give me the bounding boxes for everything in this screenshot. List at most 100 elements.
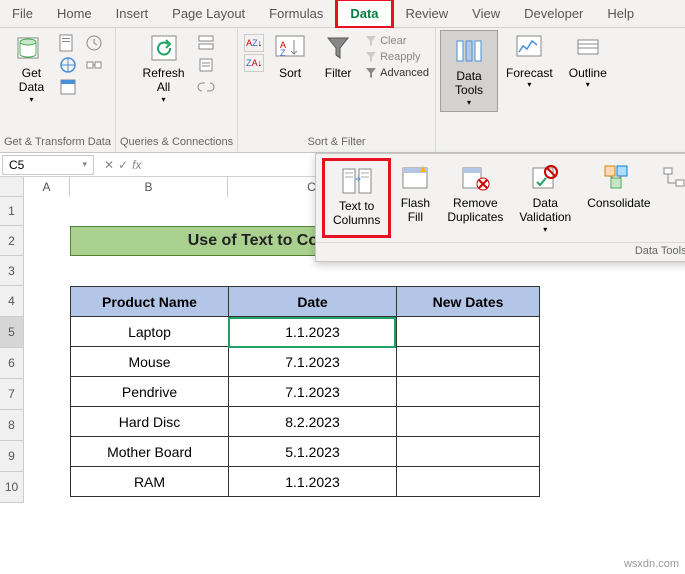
row-header-9[interactable]: 9 bbox=[0, 441, 23, 472]
queries-connections-icon[interactable] bbox=[197, 34, 215, 52]
get-data-quick-icons bbox=[55, 30, 81, 100]
data-tools-label: Data Tools bbox=[455, 69, 483, 98]
filter-button[interactable]: Filter bbox=[314, 30, 362, 82]
data-validation-button[interactable]: Data Validation ▾ bbox=[511, 158, 579, 238]
table-row: Pendrive7.1.2023 bbox=[71, 377, 540, 407]
tab-formulas[interactable]: Formulas bbox=[257, 1, 335, 26]
filter-label: Filter bbox=[325, 66, 352, 80]
row-header-6[interactable]: 6 bbox=[0, 348, 23, 379]
row-header-10[interactable]: 10 bbox=[0, 472, 23, 503]
flash-fill-button[interactable]: Flash Fill bbox=[391, 158, 439, 238]
name-box-value: C5 bbox=[9, 158, 24, 172]
tab-data[interactable]: Data bbox=[335, 0, 393, 29]
tab-developer[interactable]: Developer bbox=[512, 1, 595, 26]
forecast-button[interactable]: Forecast ▾ bbox=[498, 30, 561, 92]
table-row: Hard Disc8.2.2023 bbox=[71, 407, 540, 437]
outline-icon bbox=[572, 32, 604, 64]
header-date[interactable]: Date bbox=[229, 287, 397, 317]
group-label-queries: Queries & Connections bbox=[120, 134, 233, 150]
tab-insert[interactable]: Insert bbox=[104, 1, 161, 26]
table-row: Laptop1.1.2023 bbox=[71, 317, 540, 347]
tab-page-layout[interactable]: Page Layout bbox=[160, 1, 257, 26]
row-header-1[interactable]: 1 bbox=[0, 197, 23, 226]
data-table: Product Name Date New Dates Laptop1.1.20… bbox=[70, 286, 540, 497]
edit-links-icon[interactable] bbox=[197, 78, 215, 96]
col-header-a[interactable]: A bbox=[24, 177, 70, 197]
text-to-columns-button[interactable]: Text to Columns bbox=[322, 158, 391, 238]
data-validation-label: Data Validation bbox=[519, 196, 571, 225]
sort-button[interactable]: AZ Sort bbox=[266, 30, 314, 82]
remove-duplicates-label: Remove Duplicates bbox=[447, 196, 503, 225]
filter-icon bbox=[322, 32, 354, 64]
row-header-5[interactable]: 5 bbox=[0, 317, 23, 348]
get-data-button[interactable]: Get Data ▾ bbox=[7, 30, 55, 106]
text-to-columns-label: Text to Columns bbox=[333, 199, 380, 228]
data-tools-button[interactable]: Data Tools ▾ bbox=[440, 30, 498, 112]
sort-za-button[interactable]: ZA↓ bbox=[244, 54, 264, 72]
chevron-down-icon: ▾ bbox=[29, 95, 33, 105]
row-header-7[interactable]: 7 bbox=[0, 379, 23, 410]
formula-bar-buttons: ✕ ✓ fx bbox=[96, 158, 149, 172]
consolidate-icon bbox=[603, 162, 635, 194]
row-header-2[interactable]: 2 bbox=[0, 226, 23, 256]
relationships-button[interactable] bbox=[659, 158, 685, 238]
cancel-icon[interactable]: ✕ bbox=[104, 158, 114, 172]
data-tools-icon bbox=[453, 35, 485, 67]
existing-connections-icon[interactable] bbox=[85, 56, 103, 74]
filter-sub-buttons: Clear Reapply Advanced bbox=[362, 30, 431, 84]
ribbon-tabs: File Home Insert Page Layout Formulas Da… bbox=[0, 0, 685, 28]
recent-sources-icon[interactable] bbox=[85, 34, 103, 52]
table-row: RAM1.1.2023 bbox=[71, 467, 540, 497]
ribbon-group-get-transform: Get Data ▾ Get & Transform Data bbox=[0, 28, 116, 152]
tab-view[interactable]: View bbox=[460, 1, 512, 26]
outline-button[interactable]: Outline ▾ bbox=[561, 30, 615, 92]
refresh-label: Refresh All bbox=[143, 66, 185, 95]
group-label-empty bbox=[526, 134, 529, 150]
enter-icon[interactable]: ✓ bbox=[118, 158, 128, 172]
forecast-icon bbox=[513, 32, 545, 64]
sort-label: Sort bbox=[279, 66, 301, 80]
tab-help[interactable]: Help bbox=[595, 1, 646, 26]
row-header-8[interactable]: 8 bbox=[0, 410, 23, 441]
filter-advanced-button[interactable]: Advanced bbox=[364, 66, 429, 80]
get-data-icon bbox=[15, 32, 47, 64]
forecast-label: Forecast bbox=[506, 66, 553, 80]
ribbon: Get Data ▾ Get & Transform Data Refresh … bbox=[0, 28, 685, 153]
from-web-icon[interactable] bbox=[59, 56, 77, 74]
tab-home[interactable]: Home bbox=[45, 1, 104, 26]
outline-label: Outline bbox=[569, 66, 607, 80]
refresh-icon bbox=[148, 32, 180, 64]
row-headers: 1 2 3 4 5 6 7 8 9 10 bbox=[0, 197, 24, 503]
data-validation-icon bbox=[529, 162, 561, 194]
header-new-dates[interactable]: New Dates bbox=[397, 287, 540, 317]
watermark: wsxdn.com bbox=[624, 558, 679, 570]
col-header-b[interactable]: B bbox=[70, 177, 228, 197]
header-product-name[interactable]: Product Name bbox=[71, 287, 229, 317]
chevron-down-icon: ▾ bbox=[467, 98, 471, 108]
refresh-all-button[interactable]: Refresh All ▾ bbox=[135, 30, 193, 106]
get-data-label: Get Data bbox=[19, 66, 44, 95]
queries-icons bbox=[193, 30, 219, 100]
consolidate-button[interactable]: Consolidate bbox=[579, 158, 658, 238]
row-header-4[interactable]: 4 bbox=[0, 286, 23, 317]
chevron-down-icon: ▾ bbox=[527, 80, 531, 90]
select-all-corner[interactable] bbox=[0, 177, 24, 197]
sort-az-button[interactable]: AZ↓ bbox=[244, 34, 264, 52]
name-box[interactable]: C5 ▾ bbox=[2, 155, 94, 175]
properties-icon[interactable] bbox=[197, 56, 215, 74]
flash-fill-label: Flash Fill bbox=[401, 196, 430, 225]
table-row: Mouse7.1.2023 bbox=[71, 347, 540, 377]
row-header-3[interactable]: 3 bbox=[0, 256, 23, 286]
filter-reapply-button[interactable]: Reapply bbox=[364, 50, 429, 64]
tab-review[interactable]: Review bbox=[394, 1, 461, 26]
chevron-down-icon: ▾ bbox=[162, 95, 166, 105]
from-table-icon[interactable] bbox=[59, 78, 77, 96]
tab-file[interactable]: File bbox=[0, 1, 45, 26]
fx-icon[interactable]: fx bbox=[132, 158, 141, 172]
from-text-icon[interactable] bbox=[59, 34, 77, 52]
chevron-down-icon: ▾ bbox=[543, 225, 547, 235]
table-header-row: Product Name Date New Dates bbox=[71, 287, 540, 317]
group-label-sort-filter: Sort & Filter bbox=[308, 134, 366, 150]
remove-duplicates-button[interactable]: Remove Duplicates bbox=[439, 158, 511, 238]
filter-clear-button[interactable]: Clear bbox=[364, 34, 429, 48]
